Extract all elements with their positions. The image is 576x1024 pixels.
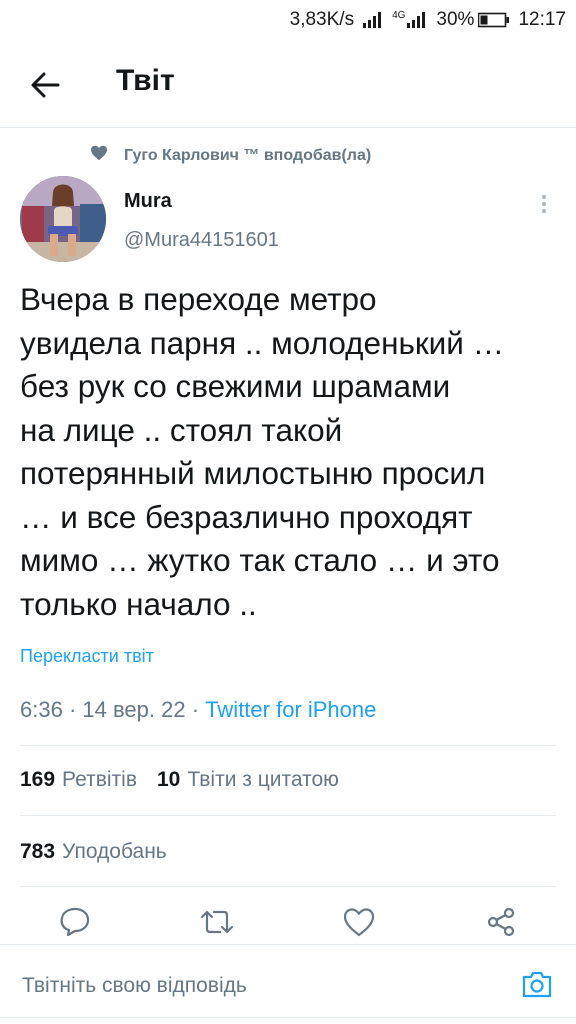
author-name[interactable]: Mura — [124, 190, 172, 213]
tweet-time: 6:36 — [20, 697, 63, 722]
page-title: Твіт — [116, 64, 175, 97]
retweets-count: 169 — [20, 768, 56, 791]
tweet-text: Вчера в переходе метро увидела парня .. … — [20, 281, 505, 622]
reply-button[interactable] — [55, 900, 95, 944]
reply-bar — [0, 944, 576, 1024]
stats-row: 169 Ретвітів 10 Твіти з цитатою — [20, 768, 339, 792]
heart-icon — [90, 145, 108, 166]
camera-button[interactable] — [520, 967, 554, 1001]
meta-separator: · — [68, 697, 77, 722]
tweet-meta: 6:36 · 14 вер. 22 · Twitter for iPhone — [20, 697, 376, 723]
divider — [20, 815, 556, 816]
quotes-stat[interactable]: 10 Твіти з цитатою — [157, 768, 339, 792]
reply-divider — [0, 1017, 576, 1018]
action-bar — [0, 900, 576, 944]
translate-tweet-link[interactable]: Перекласти твіт — [20, 646, 154, 667]
share-button[interactable] — [481, 900, 521, 944]
likes-label: Уподобань — [62, 840, 167, 863]
share-icon — [487, 907, 515, 937]
like-button[interactable] — [339, 900, 379, 944]
retweets-stat[interactable]: 169 Ретвітів — [20, 768, 137, 792]
back-button[interactable] — [26, 65, 66, 105]
network-type: 4G — [392, 10, 406, 21]
avatar[interactable] — [20, 176, 106, 262]
battery-percent: 30% — [436, 9, 475, 30]
divider — [20, 886, 556, 887]
signal-bars-icon — [362, 12, 384, 28]
clock: 12:17 — [518, 9, 566, 30]
more-vertical-icon — [542, 195, 546, 213]
retweets-label: Ретвітів — [62, 768, 137, 791]
app-header: Твіт — [0, 40, 576, 128]
reply-input[interactable] — [22, 971, 482, 1001]
social-context[interactable]: Гуго Карлович ™ вподобав(ла) — [90, 145, 371, 166]
tweet-date: 14 вер. 22 — [82, 697, 186, 722]
likes-row: 783 Уподобань — [20, 840, 167, 864]
likes-stat[interactable]: 783 Уподобань — [20, 840, 167, 864]
meta-separator: · — [191, 697, 200, 722]
retweet-icon — [200, 910, 234, 934]
tweet-source-link[interactable]: Twitter for iPhone — [205, 697, 376, 722]
quotes-count: 10 — [157, 768, 181, 791]
signal-bars-4g-icon — [406, 12, 428, 28]
status-bar: 3,83K/s 4G 30% 12:17 — [0, 0, 576, 40]
more-options-button[interactable] — [532, 190, 556, 220]
network-speed: 3,83K/s — [289, 9, 355, 30]
social-context-text: Гуго Карлович ™ вподобав(ла) — [124, 146, 372, 164]
like-icon — [343, 908, 375, 937]
battery-icon — [478, 12, 510, 28]
reply-icon — [60, 907, 90, 937]
arrow-left-icon — [31, 72, 60, 98]
likes-count: 783 — [20, 840, 56, 863]
author-handle[interactable]: @Mura44151601 — [124, 229, 279, 252]
retweet-button[interactable] — [197, 900, 237, 944]
camera-icon — [522, 971, 552, 998]
quotes-label: Твіти з цитатою — [187, 768, 339, 791]
divider — [20, 745, 556, 746]
